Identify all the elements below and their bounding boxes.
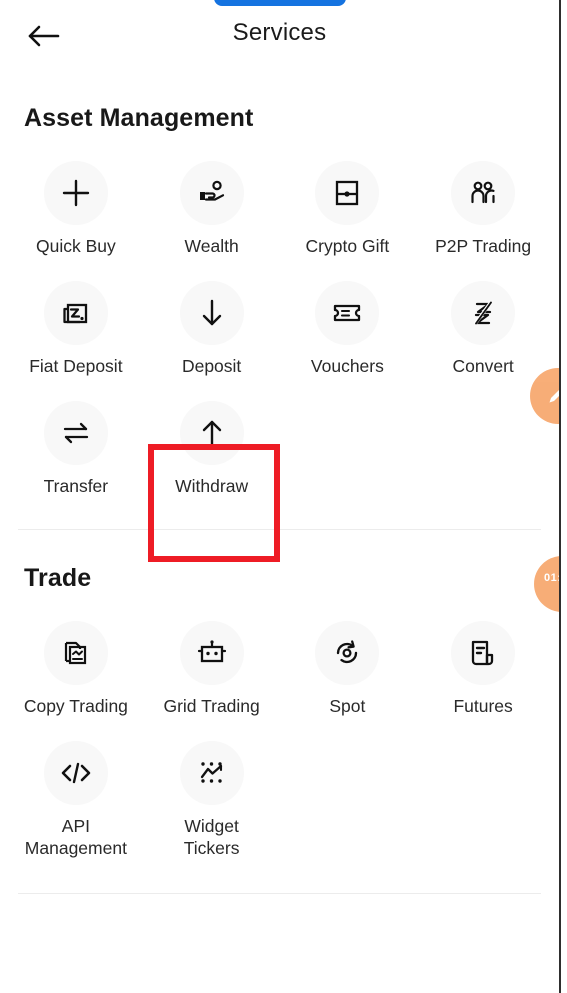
trade-grid: Copy Trading Grid Trading Spot Futures A… — [0, 593, 559, 873]
tile-fiat-deposit[interactable]: Fiat Deposit — [8, 271, 144, 391]
tile-label: Copy Trading — [23, 696, 128, 716]
tile-label: Deposit — [181, 356, 242, 376]
tile-label: P2P Trading — [435, 236, 532, 256]
tile-quick-buy[interactable]: Quick Buy — [8, 151, 144, 271]
tile-label: Vouchers — [310, 356, 384, 376]
tile-label: Convert — [452, 356, 514, 376]
tile-label: Quick Buy — [36, 236, 116, 256]
tile-futures[interactable]: Futures — [415, 611, 551, 731]
plus-icon — [43, 161, 108, 225]
contract-doc-icon — [451, 621, 516, 685]
section-title-trade: Trade — [24, 564, 92, 592]
page-title: Services — [232, 19, 327, 46]
tile-convert[interactable]: Convert — [415, 271, 551, 391]
tile-label: Wealth — [184, 236, 239, 256]
tile-vouchers[interactable]: Vouchers — [280, 271, 416, 391]
tile-label: Futures — [453, 696, 513, 716]
timer-label: 01:4 — [543, 572, 561, 584]
tile-empty — [415, 731, 551, 873]
dotted-chart-icon — [179, 741, 244, 805]
app-screen: Services Asset Management Quick Buy Weal… — [0, 0, 561, 993]
arrow-up-icon — [179, 401, 244, 465]
tile-crypto-gift[interactable]: Crypto Gift — [280, 151, 416, 271]
tile-widget-tickers[interactable]: Widget Tickers — [144, 731, 280, 873]
wallet-card-icon — [43, 281, 108, 345]
robot-icon — [179, 621, 244, 685]
tile-withdraw[interactable]: Withdraw — [144, 391, 280, 511]
tile-label: Grid Trading — [163, 696, 260, 716]
tile-label: Crypto Gift — [305, 236, 390, 256]
section-asset-management: Asset Management Quick Buy Wealth Crypto… — [0, 70, 559, 530]
tile-empty — [280, 731, 416, 873]
bottom-divider — [18, 893, 541, 894]
tile-label: Transfer — [43, 476, 109, 496]
section-title-asset-management: Asset Management — [24, 104, 254, 132]
tile-p2p-trading[interactable]: P2P Trading — [415, 151, 551, 271]
gift-envelope-icon — [315, 161, 380, 225]
section-trade: Trade Copy Trading Grid Trading Spot Fut… — [0, 530, 559, 894]
tile-grid-trading[interactable]: Grid Trading — [144, 611, 280, 731]
tile-label: Spot — [329, 696, 366, 716]
pen-icon — [545, 381, 559, 412]
tile-api-management[interactable]: API Management — [8, 731, 144, 873]
asset-management-grid: Quick Buy Wealth Crypto Gift P2P Trading… — [0, 133, 559, 511]
two-people-icon — [451, 161, 516, 225]
documents-chart-icon — [43, 621, 108, 685]
tile-label: Withdraw — [175, 476, 249, 496]
transfer-arrows-icon — [43, 401, 108, 465]
hand-coin-icon — [179, 161, 244, 225]
tile-deposit[interactable]: Deposit — [144, 271, 280, 391]
code-brackets-icon — [43, 741, 108, 805]
refresh-circle-icon — [315, 621, 380, 685]
tile-empty — [280, 391, 416, 511]
tile-wealth[interactable]: Wealth — [144, 151, 280, 271]
app-header: Services — [0, 0, 559, 70]
ticket-icon — [315, 281, 380, 345]
tile-transfer[interactable]: Transfer — [8, 391, 144, 511]
convert-z-icon — [451, 281, 516, 345]
tile-label: Widget Tickers — [183, 816, 240, 858]
tile-label: Fiat Deposit — [29, 356, 123, 376]
tile-copy-trading[interactable]: Copy Trading — [8, 611, 144, 731]
tile-empty — [415, 391, 551, 511]
tile-label: API Management — [24, 816, 127, 858]
arrow-down-icon — [179, 281, 244, 345]
tile-spot[interactable]: Spot — [280, 611, 416, 731]
